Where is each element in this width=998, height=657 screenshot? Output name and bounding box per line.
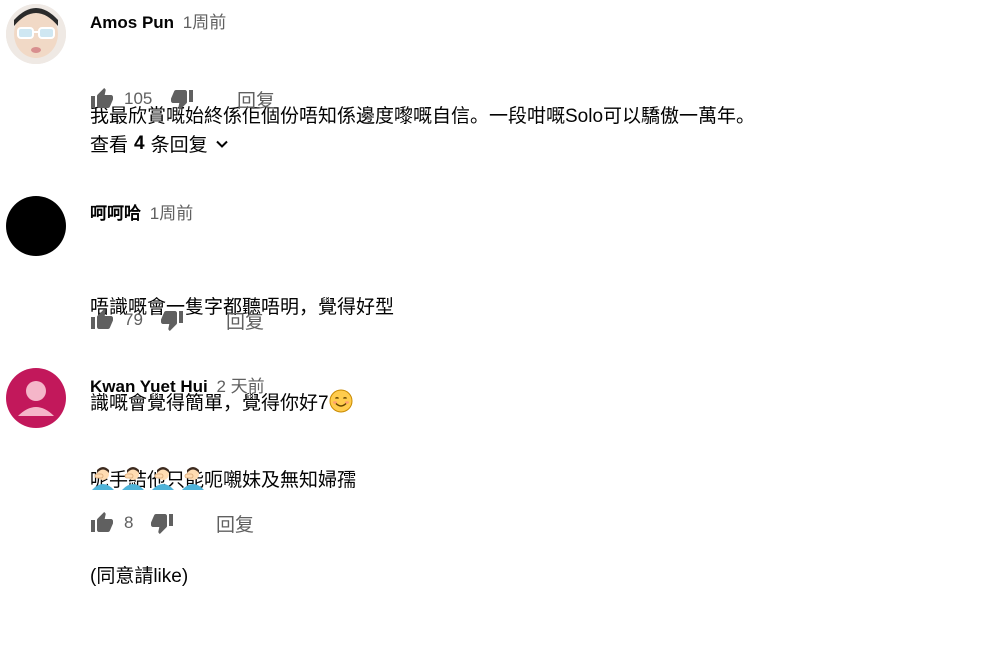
chevron-down-icon [215, 140, 228, 148]
comment-time[interactable]: 1周前 [150, 204, 193, 223]
author-name[interactable]: Kwan Yuet Hui [90, 377, 208, 396]
thumb-down-icon[interactable] [150, 511, 174, 535]
default-person-avatar-icon [18, 381, 54, 416]
avatar-child-photo [6, 4, 66, 64]
view-replies-button[interactable]: 查看 4 条回复 [90, 130, 232, 157]
comment-header: 呵呵哈 1周前 [90, 199, 193, 224]
emoji-row [90, 466, 206, 495]
thumb-up-icon[interactable] [90, 511, 114, 535]
view-replies-suffix: 条回复 [150, 135, 208, 156]
person-facepalming-emoji [120, 466, 146, 495]
comment-actions: 8 回复 [90, 510, 254, 536]
like-count: 8 [124, 513, 134, 532]
author-name[interactable]: Amos Pun [90, 13, 174, 32]
reply-button[interactable]: 回复 [226, 307, 264, 334]
thumb-up-icon[interactable] [90, 87, 114, 111]
author-name[interactable]: 呵呵哈 [90, 204, 141, 223]
view-replies-prefix: 查看 [90, 135, 129, 156]
avatar[interactable] [6, 368, 66, 428]
reply-button[interactable]: 回复 [237, 86, 275, 113]
comment-line: (同意請like) [90, 566, 189, 587]
like-count: 105 [124, 89, 153, 108]
comment-time[interactable]: 2 天前 [217, 377, 265, 396]
person-facepalming-emoji [90, 466, 116, 495]
like-count: 79 [124, 310, 143, 329]
comment-actions: 79 回复 [90, 307, 264, 333]
comment-header: Kwan Yuet Hui 2 天前 [90, 372, 265, 397]
comment-actions: 105 回复 [90, 86, 275, 112]
avatar[interactable] [6, 4, 66, 64]
avatar[interactable] [6, 196, 66, 256]
comment-text: 我最欣賞嘅始終係佢個份唔知係邊度嚟嘅自信。一段咁嘅Solo可以驕傲一萬年。 [90, 37, 755, 197]
comment-header: Amos Pun 1周前 [90, 8, 226, 33]
thumb-down-icon[interactable] [170, 87, 194, 111]
thumb-down-icon[interactable] [160, 308, 184, 332]
view-replies-count: 4 [134, 132, 145, 154]
reply-button[interactable]: 回复 [216, 510, 254, 537]
person-facepalming-emoji [180, 466, 206, 495]
thumb-up-icon[interactable] [90, 308, 114, 332]
person-facepalming-emoji [150, 466, 176, 495]
comment-time[interactable]: 1周前 [183, 13, 226, 32]
